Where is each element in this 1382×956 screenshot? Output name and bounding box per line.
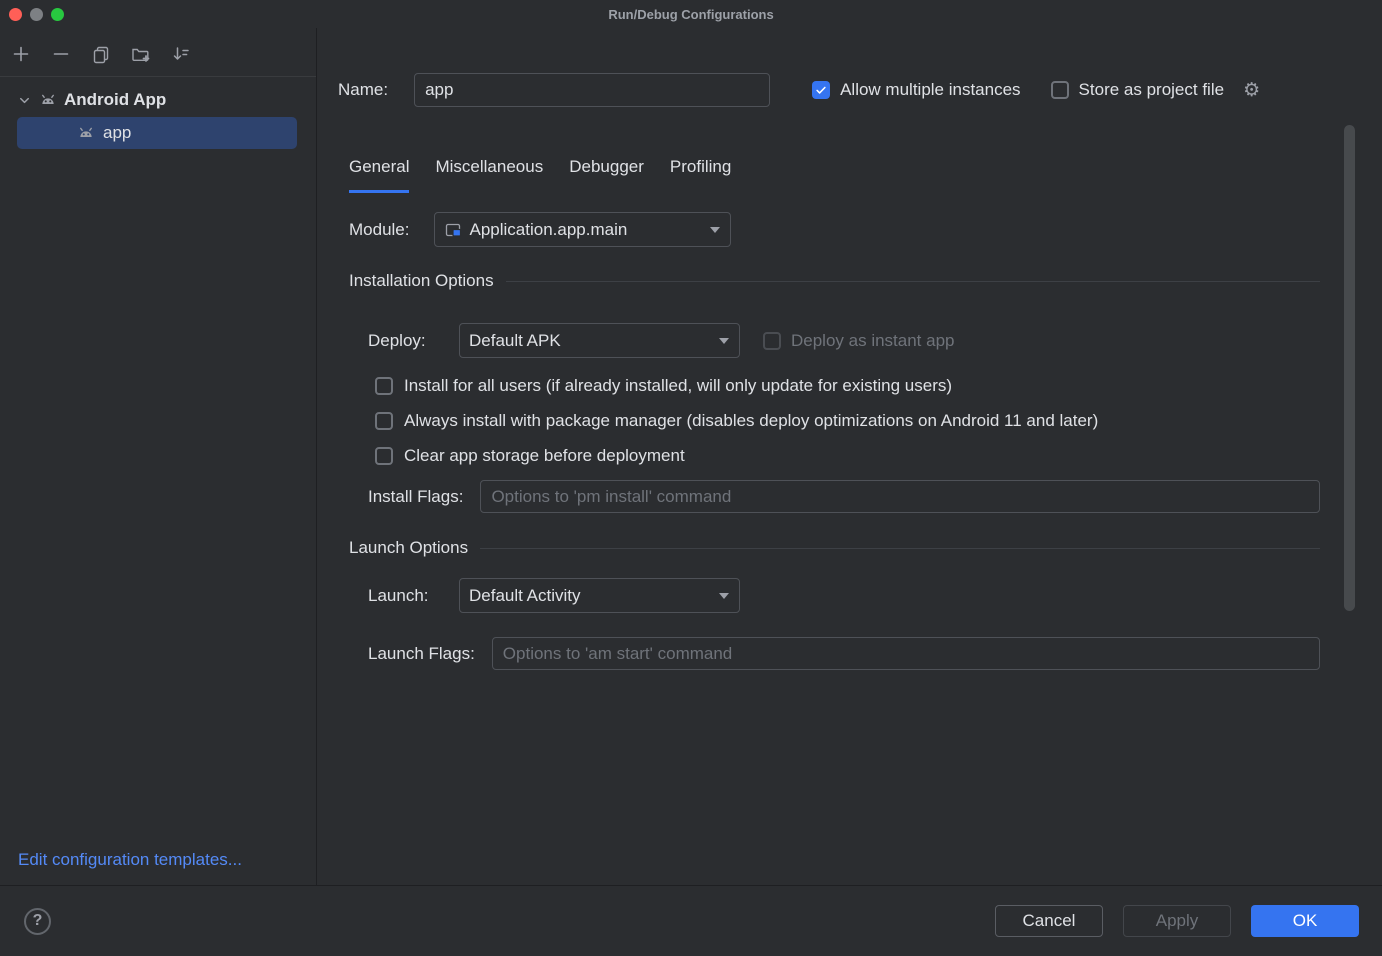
general-tab-pane: Module: Application.app.main Insta xyxy=(338,212,1320,670)
plus-icon xyxy=(11,44,31,64)
store-as-project-file-checkbox[interactable] xyxy=(1051,81,1069,99)
install-flags-row: Install Flags: xyxy=(349,480,1320,513)
ok-button[interactable]: OK xyxy=(1251,905,1359,937)
section-divider xyxy=(506,281,1320,282)
tab-general[interactable]: General xyxy=(349,157,409,193)
clear-app-storage-label: Clear app storage before deployment xyxy=(404,446,685,466)
tree-item-label: app xyxy=(103,123,131,143)
copy-configuration-button[interactable] xyxy=(90,43,111,64)
help-icon[interactable]: ? xyxy=(24,908,51,935)
configuration-editor: Name: Allow multiple instances Store as … xyxy=(317,28,1382,885)
deploy-select-value: Default APK xyxy=(469,331,712,351)
chevron-down-icon[interactable] xyxy=(17,93,32,108)
gear-icon[interactable]: ⚙ xyxy=(1243,81,1260,100)
dialog-footer: ? Cancel Apply OK xyxy=(0,885,1382,956)
module-label: Module: xyxy=(349,220,409,240)
traffic-lights xyxy=(9,8,64,21)
name-input[interactable] xyxy=(414,73,770,107)
cancel-button[interactable]: Cancel xyxy=(995,905,1103,937)
launch-row: Launch: Default Activity xyxy=(349,578,1320,613)
section-divider xyxy=(480,548,1320,549)
module-select-value: Application.app.main xyxy=(469,220,703,240)
install-for-all-users-row[interactable]: Install for all users (if already instal… xyxy=(375,368,1320,403)
edit-configuration-templates-link[interactable]: Edit configuration templates... xyxy=(0,850,316,885)
titlebar: Run/Debug Configurations xyxy=(0,0,1382,28)
allow-multiple-instances-group: Allow multiple instances xyxy=(812,80,1020,100)
tab-debugger[interactable]: Debugger xyxy=(569,157,644,193)
tab-profiling[interactable]: Profiling xyxy=(670,157,731,193)
allow-multiple-instances-label: Allow multiple instances xyxy=(840,80,1020,100)
dialog-body: Android App app Edit configuration templ… xyxy=(0,28,1382,885)
android-icon xyxy=(77,124,95,142)
tree-item-android-app[interactable]: Android App xyxy=(0,84,316,116)
configurations-sidebar: Android App app Edit configuration templ… xyxy=(0,28,317,885)
launch-flags-input[interactable] xyxy=(492,637,1320,670)
close-window-button[interactable] xyxy=(9,8,22,21)
minimize-window-button[interactable] xyxy=(30,8,43,21)
deploy-instant-app-label: Deploy as instant app xyxy=(791,331,955,351)
deploy-select[interactable]: Default APK xyxy=(459,323,740,358)
install-for-all-users-label: Install for all users (if already instal… xyxy=(404,376,952,396)
tree-group-label: Android App xyxy=(64,90,166,110)
chevron-down-icon xyxy=(710,227,720,233)
install-options-checkboxes: Install for all users (if already instal… xyxy=(349,368,1320,473)
vertical-scrollbar[interactable] xyxy=(1344,125,1355,611)
store-as-project-file-label: Store as project file xyxy=(1079,80,1225,100)
install-for-all-users-checkbox[interactable] xyxy=(375,377,393,395)
sidebar-toolbar xyxy=(0,28,316,77)
tab-miscellaneous[interactable]: Miscellaneous xyxy=(435,157,543,193)
chevron-down-icon xyxy=(719,338,729,344)
store-as-project-file-group: Store as project file ⚙ xyxy=(1051,80,1261,100)
sort-configurations-button[interactable] xyxy=(170,43,191,64)
launch-label: Launch: xyxy=(368,586,442,606)
deploy-instant-app-group: Deploy as instant app xyxy=(763,331,955,351)
install-flags-label: Install Flags: xyxy=(368,487,463,507)
always-install-package-manager-label: Always install with package manager (dis… xyxy=(404,411,1098,431)
run-debug-configurations-dialog: Run/Debug Configurations xyxy=(0,0,1382,956)
launch-select[interactable]: Default Activity xyxy=(459,578,740,613)
always-install-package-manager-row[interactable]: Always install with package manager (dis… xyxy=(375,403,1320,438)
add-configuration-button[interactable] xyxy=(10,43,31,64)
window-title: Run/Debug Configurations xyxy=(608,7,773,22)
tree-item-app[interactable]: app xyxy=(17,117,297,149)
installation-options-section: Installation Options xyxy=(349,271,1320,291)
allow-multiple-instances-checkbox[interactable] xyxy=(812,81,830,99)
module-select[interactable]: Application.app.main xyxy=(434,212,731,247)
name-label: Name: xyxy=(338,80,388,100)
deploy-instant-app-checkbox xyxy=(763,332,781,350)
apply-button[interactable]: Apply xyxy=(1123,905,1231,937)
always-install-package-manager-checkbox[interactable] xyxy=(375,412,393,430)
zoom-window-button[interactable] xyxy=(51,8,64,21)
chevron-down-icon xyxy=(719,593,729,599)
minus-icon xyxy=(51,44,71,64)
configurations-tree: Android App app xyxy=(0,77,316,149)
clear-app-storage-row[interactable]: Clear app storage before deployment xyxy=(375,438,1320,473)
sort-icon xyxy=(171,44,191,64)
module-row: Module: Application.app.main xyxy=(349,212,1320,247)
launch-flags-row: Launch Flags: xyxy=(349,637,1320,670)
copy-icon xyxy=(91,44,111,64)
new-folder-icon xyxy=(130,44,151,64)
android-icon xyxy=(39,91,57,109)
deploy-row: Deploy: Default APK Deploy as instant ap… xyxy=(349,323,1320,358)
deploy-label: Deploy: xyxy=(368,331,442,351)
new-folder-button[interactable] xyxy=(130,43,151,64)
module-icon xyxy=(444,221,462,239)
remove-configuration-button[interactable] xyxy=(50,43,71,64)
configuration-tabs: General Miscellaneous Debugger Profiling xyxy=(338,157,1320,193)
launch-options-section: Launch Options xyxy=(349,538,1320,558)
launch-select-value: Default Activity xyxy=(469,586,712,606)
installation-options-title: Installation Options xyxy=(349,271,494,291)
name-row: Name: Allow multiple instances Store as … xyxy=(338,73,1320,107)
install-flags-input[interactable] xyxy=(480,480,1320,513)
launch-flags-label: Launch Flags: xyxy=(368,644,475,664)
clear-app-storage-checkbox[interactable] xyxy=(375,447,393,465)
launch-options-title: Launch Options xyxy=(349,538,468,558)
